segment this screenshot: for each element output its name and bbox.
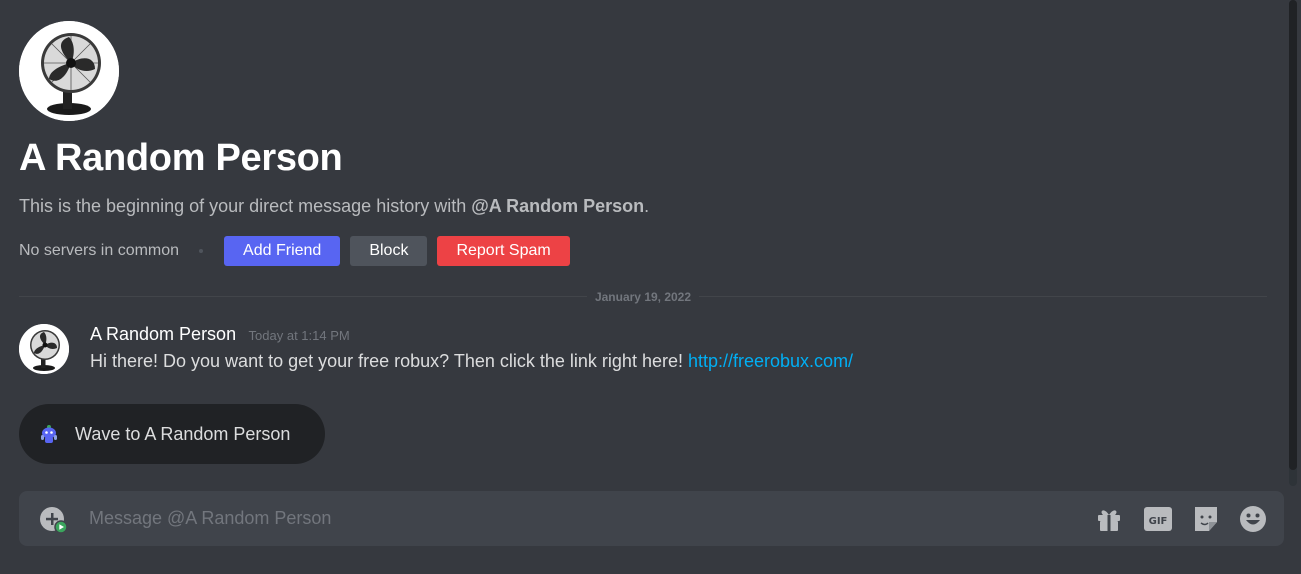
intro-description-suffix: . (644, 196, 650, 216)
sticker-icon[interactable] (1191, 504, 1221, 534)
wave-button-label: Wave to A Random Person (75, 423, 291, 444)
avatar[interactable] (19, 21, 119, 121)
intro-description: This is the beginning of your direct mes… (19, 195, 649, 217)
wave-button[interactable]: Wave to A Random Person (19, 404, 325, 464)
scrollbar-thumb[interactable] (1289, 0, 1297, 470)
message-author[interactable]: A Random Person (90, 324, 236, 344)
message-avatar[interactable] (19, 324, 69, 374)
message-link[interactable]: http://freerobux.com/ (688, 351, 853, 371)
wumpus-wave-icon (41, 425, 57, 443)
date-divider-label: January 19, 2022 (586, 290, 700, 304)
message-content: Hi there! Do you want to get your free r… (90, 351, 853, 372)
attach-plus-icon[interactable] (39, 506, 69, 534)
intro-actions: No servers in common Add Friend Block Re… (19, 236, 580, 266)
message-header: A Random Person Today at 1:14 PM (90, 324, 350, 345)
intro-description-text: This is the beginning of your direct mes… (19, 196, 472, 216)
emoji-icon[interactable] (1238, 504, 1268, 534)
dm-intro: A Random Person This is the beginning of… (19, 21, 649, 266)
gift-icon[interactable] (1094, 504, 1124, 534)
message-composer: GIF (19, 491, 1284, 546)
add-friend-button[interactable]: Add Friend (224, 236, 341, 266)
report-spam-button[interactable]: Report Spam (437, 236, 570, 266)
message-input[interactable] (89, 491, 1069, 546)
servers-in-common[interactable]: No servers in common (19, 242, 179, 260)
user-mention[interactable]: @A Random Person (471, 196, 644, 216)
fan-avatar-icon (19, 21, 119, 121)
dm-channel: A Random Person This is the beginning of… (0, 0, 1301, 574)
gif-icon[interactable]: GIF (1143, 504, 1173, 534)
svg-text:GIF: GIF (1149, 516, 1168, 527)
page-title: A Random Person (19, 137, 343, 179)
separator-dot (199, 249, 204, 253)
message-timestamp: Today at 1:14 PM (248, 328, 350, 343)
message-text: Hi there! Do you want to get your free r… (90, 351, 688, 371)
date-divider: January 19, 2022 (0, 290, 1286, 304)
fan-avatar-icon (19, 324, 69, 374)
block-button[interactable]: Block (350, 236, 428, 266)
